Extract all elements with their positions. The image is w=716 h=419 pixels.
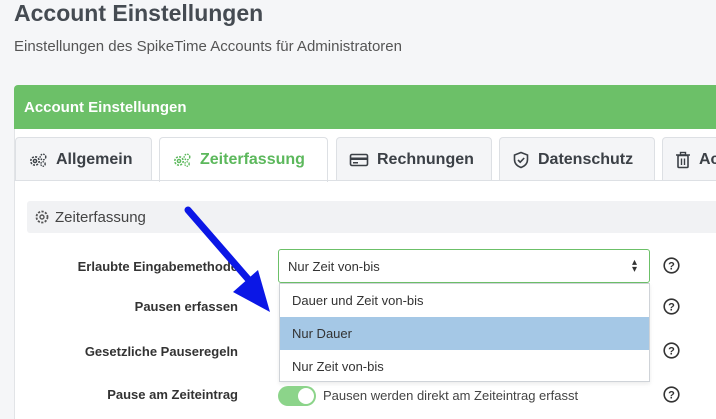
- tab-label: Datenschutz: [538, 150, 634, 168]
- gears-icon: [174, 153, 191, 167]
- trash-icon: [676, 151, 690, 168]
- gear-icon: [35, 210, 49, 224]
- svg-text:?: ?: [668, 390, 675, 402]
- select-caret-icon: ▴ ▾: [631, 257, 637, 275]
- section-header: Zeiterfassung: [27, 201, 716, 233]
- toggle-knob: [298, 388, 314, 404]
- tab-rechnungen[interactable]: Rechnungen: [336, 137, 492, 181]
- tab-label: Rechnungen: [377, 150, 474, 168]
- tab-label: Allgemein: [56, 150, 133, 168]
- page-subtitle: Einstellungen des SpikeTime Accounts für…: [14, 38, 402, 55]
- option-nur-zeit[interactable]: Nur Zeit von-bis: [280, 350, 649, 383]
- tab-label: Zeiterfassung: [200, 151, 305, 168]
- gears-icon: [30, 153, 47, 167]
- section-title: Zeiterfassung: [55, 208, 146, 226]
- card-header-title: Account Einstellungen: [24, 98, 187, 116]
- pausen-erfassen-label: Pausen erfassen: [134, 299, 238, 314]
- help-icon[interactable]: ?: [663, 298, 680, 315]
- tab-allgemein[interactable]: Allgemein: [15, 137, 152, 181]
- eingabemethode-label: Erlaubte Eingabemethode: [77, 259, 238, 274]
- svg-text:?: ?: [668, 346, 675, 358]
- eingabemethode-dropdown: Dauer und Zeit von-bis Nur Dauer Nur Zei…: [279, 283, 650, 382]
- page-title: Account Einstellungen: [14, 0, 264, 26]
- svg-text:?: ?: [668, 302, 675, 314]
- shield-icon: [513, 151, 529, 168]
- pause-eintrag-toggle[interactable]: [278, 386, 316, 406]
- help-icon[interactable]: ?: [663, 386, 680, 403]
- eingabemethode-select[interactable]: Nur Zeit von-bis ▴ ▾: [278, 249, 650, 283]
- svg-text:?: ?: [668, 261, 675, 273]
- tab-datenschutz[interactable]: Datenschutz: [499, 137, 655, 181]
- tab-account-loeschen[interactable]: Ac: [662, 137, 716, 181]
- help-icon[interactable]: ?: [663, 342, 680, 359]
- help-icon[interactable]: ?: [663, 257, 680, 274]
- option-dauer-und-zeit[interactable]: Dauer und Zeit von-bis: [280, 284, 649, 317]
- option-nur-dauer[interactable]: Nur Dauer: [280, 317, 649, 350]
- tabs-divider: [14, 180, 716, 181]
- toggle-text: Pausen werden direkt am Zeiteintrag erfa…: [323, 388, 579, 403]
- select-value: Nur Zeit von-bis: [288, 258, 380, 274]
- card-header: Account Einstellungen: [14, 85, 716, 129]
- tab-zeiterfassung[interactable]: Zeiterfassung: [159, 137, 328, 182]
- credit-card-icon: [349, 153, 369, 166]
- pause-eintrag-label: Pause am Zeiteintrag: [107, 387, 238, 402]
- pauseregeln-label: Gesetzliche Pauseregeln: [84, 344, 238, 359]
- tab-label: Ac: [699, 150, 716, 168]
